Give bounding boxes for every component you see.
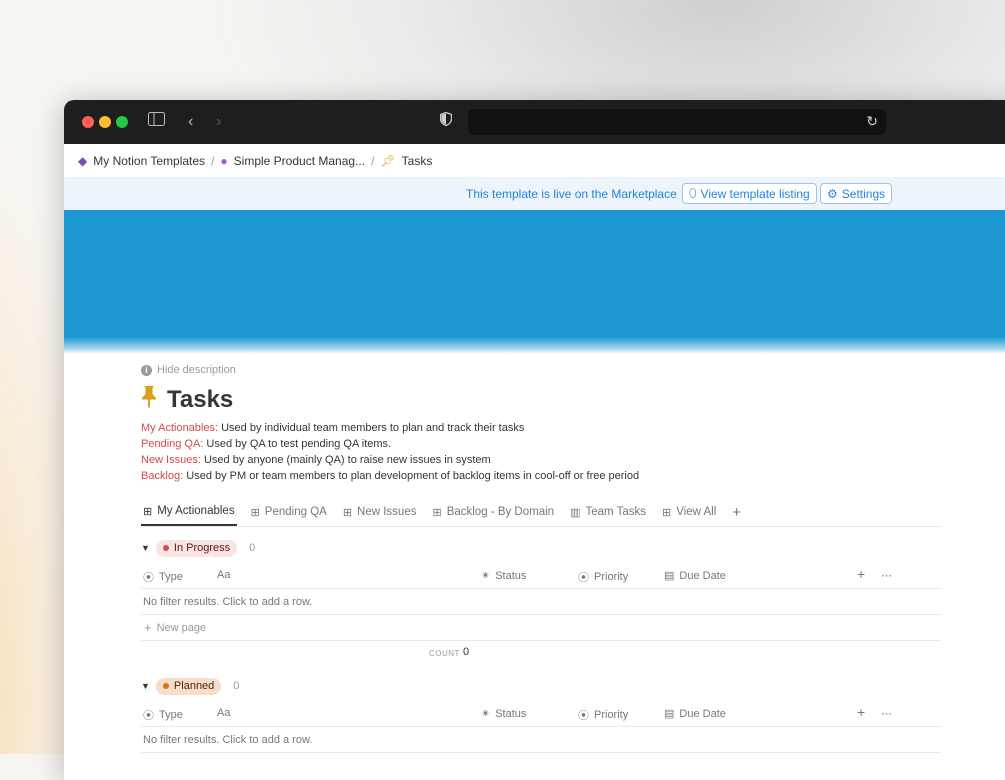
gear-icon: ⚙ [827, 186, 838, 201]
add-view-button[interactable]: + [730, 498, 743, 526]
tab-backlog-by-domain[interactable]: ⊞ Backlog - By Domain [430, 498, 556, 526]
more-options-icon[interactable]: ⋯ [881, 569, 892, 582]
select-icon: ⦿ [143, 572, 154, 584]
table-icon: ⊞ [432, 506, 442, 519]
status-icon: ✴ [481, 708, 491, 720]
property-name[interactable]: Aa [217, 707, 230, 719]
property-type[interactable]: ⦿ Type [143, 569, 183, 585]
empty-results-row[interactable]: No filter results. Click to add a row. [141, 727, 941, 753]
hide-description-button[interactable]: i Hide description [141, 364, 941, 376]
description-line: Pending QA: Used by QA to test pending Q… [141, 438, 392, 450]
board-icon: ▥ [570, 506, 581, 519]
property-due-date[interactable]: ▤ Due Date [664, 707, 726, 721]
count-summary[interactable]: COUNT 0 [141, 641, 941, 665]
browser-titlebar: ‹ › ↻ [64, 100, 1005, 144]
page-content: i Hide description Tasks My Actionables:… [141, 364, 941, 753]
info-icon: i [141, 364, 152, 376]
collapse-toggle-icon[interactable]: ▼ [141, 681, 150, 691]
pushpin-icon [141, 386, 157, 414]
status-icon: ✴ [481, 570, 491, 582]
page-title[interactable]: Tasks [167, 386, 233, 414]
status-badge[interactable]: Planned [155, 677, 222, 695]
table-icon: ⊞ [342, 506, 353, 519]
notion-cube-icon: ◆ [78, 153, 88, 168]
pushpin-icon: 📌︎ [380, 153, 396, 168]
property-header-row: ⦿ Type Aa ✴ Status ⦿ Priority ▤ Due Date + ⋯ [141, 701, 941, 727]
plus-icon: + [732, 503, 742, 521]
group-count: 0 [233, 680, 240, 692]
group-header-in-progress: ▼ In Progress 0 [141, 537, 941, 559]
sidebar-toggle-icon[interactable] [148, 112, 165, 132]
property-header-row: ⦿ Type Aa ✴ Status ⦿ Priority ▤ Due Date + ⋯ [141, 563, 941, 589]
property-status[interactable]: ✴ Status [481, 707, 526, 721]
tab-my-actionables[interactable]: ⊞ My Actionables [141, 498, 237, 526]
page-description: My Actionables: Used by individual team … [141, 420, 941, 484]
status-badge[interactable]: In Progress [155, 539, 238, 557]
breadcrumb-separator: / [371, 153, 375, 168]
tab-new-issues[interactable]: ⊞ New Issues [341, 498, 419, 526]
calendar-icon: ▤ [664, 570, 675, 582]
breadcrumb: ◆ My Notion Templates / ● Simple Product… [64, 144, 1005, 177]
description-line: Backlog: Used by PM or team members to p… [141, 470, 640, 482]
collapse-toggle-icon[interactable]: ▼ [141, 543, 150, 553]
breadcrumb-item-product-mgmt[interactable]: ● Simple Product Manag... [220, 154, 365, 168]
add-property-icon[interactable]: + [857, 566, 865, 582]
breadcrumb-separator: / [211, 153, 215, 168]
select-icon: ⦿ [578, 710, 589, 722]
property-status[interactable]: ✴ Status [481, 569, 526, 583]
marketplace-banner: This template is live on the Marketplace… [64, 177, 1005, 210]
page-cover [64, 210, 1005, 354]
property-type[interactable]: ⦿ Type [143, 707, 183, 723]
description-line: My Actionables: Used by individual team … [141, 422, 525, 434]
close-window-button[interactable] [82, 116, 94, 128]
view-template-listing-button[interactable]: ⬯ View template listing [682, 183, 817, 204]
empty-results-row[interactable]: No filter results. Click to add a row. [141, 589, 941, 615]
plus-icon: + [144, 620, 152, 635]
calendar-icon: ▤ [664, 708, 675, 720]
breadcrumb-item-tasks[interactable]: 📌︎ Tasks [380, 154, 432, 168]
description-line: New Issues: Used by anyone (mainly QA) t… [141, 454, 491, 466]
minimize-window-button[interactable] [99, 116, 111, 128]
shield-icon[interactable] [439, 111, 453, 132]
forward-icon[interactable]: › [216, 112, 221, 132]
property-priority[interactable]: ⦿ Priority [578, 569, 628, 585]
marketplace-banner-text: This template is live on the Marketplace [466, 187, 677, 201]
breadcrumb-item-templates[interactable]: ◆ My Notion Templates [78, 154, 205, 168]
tab-team-tasks[interactable]: ▥ Team Tasks [568, 498, 648, 526]
table-icon: ⊞ [661, 506, 672, 519]
property-priority[interactable]: ⦿ Priority [578, 707, 628, 723]
back-icon[interactable]: ‹ [188, 112, 193, 132]
reload-icon[interactable]: ↻ [866, 113, 878, 130]
product-mgmt-icon: ● [220, 153, 228, 168]
property-due-date[interactable]: ▤ Due Date [664, 569, 726, 583]
more-options-icon[interactable]: ⋯ [881, 707, 892, 720]
browser-window: ‹ › ↻ ◆ My Notion Templates / ● Simple P… [64, 100, 1005, 780]
table-icon: ⊞ [143, 505, 153, 518]
tab-pending-qa[interactable]: ⊞ Pending QA [249, 498, 329, 526]
group-count: 0 [249, 542, 256, 554]
tab-view-all[interactable]: ⊞ View All [660, 498, 718, 526]
property-name[interactable]: Aa [217, 569, 230, 581]
group-header-planned: ▼ Planned 0 [141, 675, 941, 697]
status-dot-icon [162, 545, 169, 551]
title-row: Tasks [141, 386, 941, 414]
status-dot-icon [162, 683, 169, 689]
add-property-icon[interactable]: + [857, 704, 865, 720]
table-icon: ⊞ [250, 506, 260, 519]
view-tabs: ⊞ My Actionables ⊞ Pending QA ⊞ New Issu… [141, 498, 941, 527]
select-icon: ⦿ [578, 572, 589, 584]
new-page-button[interactable]: + New page [141, 615, 941, 641]
tag-icon: ⬯ [689, 186, 697, 200]
maximize-window-button[interactable] [116, 116, 128, 128]
settings-button[interactable]: ⚙ Settings [820, 183, 893, 204]
address-bar[interactable]: ↻ [468, 109, 886, 135]
select-icon: ⦿ [143, 710, 154, 722]
